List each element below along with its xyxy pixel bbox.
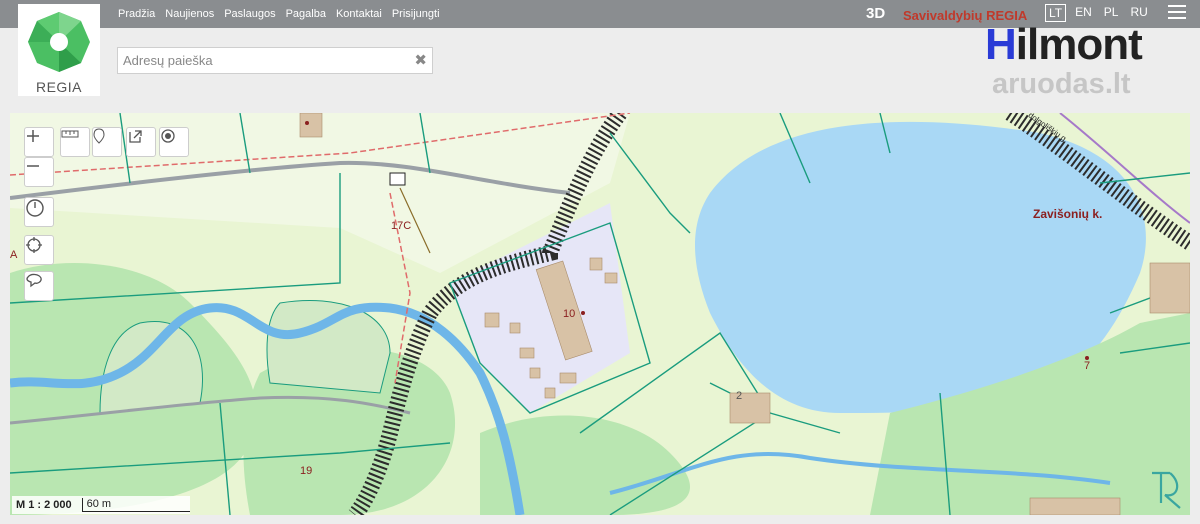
zoom-out-button[interactable] [24,157,54,187]
draw-area-button[interactable] [24,271,54,301]
crosshair-button[interactable] [24,235,54,265]
address-search: ✖ [117,47,433,74]
export-button[interactable] [126,127,156,157]
village-label: Zavišonių k. [1033,207,1103,221]
clear-icon[interactable]: ✖ [414,51,427,69]
nav-item-kontaktai[interactable]: Kontaktai [336,8,382,20]
scale-bar: 60 m [81,498,190,512]
regia-logo[interactable]: REGIA [18,4,100,96]
parcel-label: 10 [563,308,576,320]
zoom-in-icon [27,130,39,142]
nav-item-paslaugos[interactable]: Paslaugos [224,8,275,20]
logo-text: REGIA [35,79,83,95]
nav-item-naujienos[interactable]: Naujienos [165,8,214,20]
scale-ratio: M 1 : 2 000 [16,499,72,511]
measure-button[interactable] [60,127,90,157]
parcel-label: 2 [736,390,743,402]
map-view[interactable]: 17C 10 2 7 19 Zavišonių k. A dolgoliškių… [10,113,1190,515]
marker-button[interactable] [92,127,122,157]
map-label-a: A [10,249,18,261]
draw-area-icon [26,273,42,288]
locate-icon [161,129,175,143]
regia-logo-icon [28,12,90,72]
watermark-brand: Hilmont [985,20,1143,70]
locate-button[interactable] [159,127,189,157]
parcel-label: 17C [391,220,412,232]
history-button[interactable] [24,197,54,227]
parcel-label: 19 [300,465,313,477]
nav-item-prisijungti[interactable]: Prisijungti [392,8,440,20]
zoom-out-icon [27,165,39,167]
measure-icon [61,130,79,138]
nav-item-pradzia[interactable]: Pradžia [118,8,155,20]
map-scale: M 1 : 2 000 60 m [12,496,190,514]
zoom-in-button[interactable] [24,127,54,157]
history-icon [26,199,44,217]
watermark-brand-h: H [985,20,1017,69]
marker-icon [93,128,105,144]
map-canvas [10,113,1190,515]
watermark-subtitle: aruodas.lt [992,68,1131,100]
export-icon [129,130,142,143]
watermark-brand-rest: ilmont [1015,20,1143,69]
parcel-label: 7 [1084,360,1091,372]
main-nav: Pradžia Naujienos Paslaugos Pagalba Kont… [118,0,440,28]
search-input[interactable] [118,48,398,73]
crosshair-icon [26,237,42,253]
nav-item-pagalba[interactable]: Pagalba [286,8,326,20]
3d-view-button[interactable]: 3D [866,5,885,22]
menu-icon[interactable] [1168,5,1186,21]
